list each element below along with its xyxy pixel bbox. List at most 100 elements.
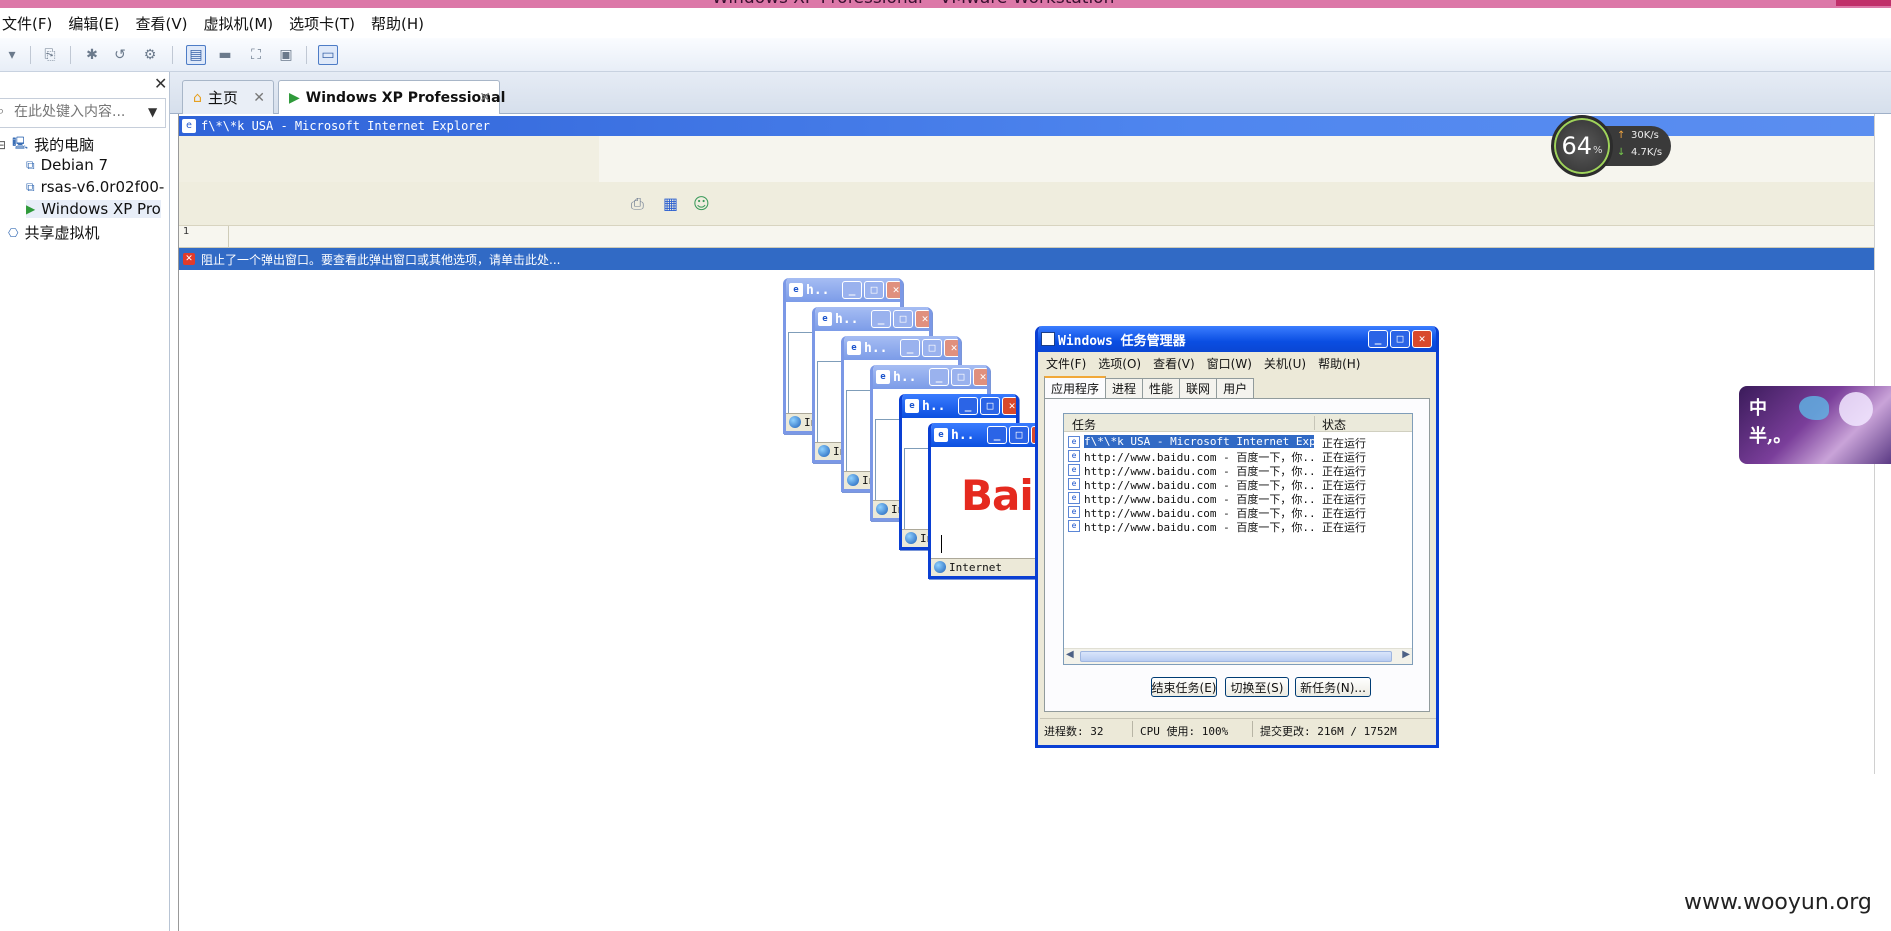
popup-titlebar[interactable]: eh.. _□✕ xyxy=(931,423,1045,447)
task-manager-icon xyxy=(1041,332,1055,346)
search-input[interactable] xyxy=(14,99,144,125)
fullscreen-icon[interactable]: ⛶ xyxy=(246,45,266,65)
minimize-icon[interactable]: _ xyxy=(900,339,920,357)
floating-decoration[interactable]: 中 半,。 xyxy=(1739,386,1891,464)
column-task[interactable]: 任务 xyxy=(1072,416,1096,433)
tree-item-my-computer[interactable]: ⊟ 🖳 我的电脑 xyxy=(0,134,94,155)
ie-address-cell[interactable]: 1 xyxy=(179,226,229,248)
tm-menu-file[interactable]: 文件(F) xyxy=(1040,355,1092,372)
globe-icon xyxy=(789,416,801,428)
tree-item-rsas[interactable]: ⧉ rsas-v6.0r02f00- xyxy=(26,178,164,196)
show-library-icon[interactable]: ▤ xyxy=(186,45,206,65)
menu-tabs[interactable]: 选项卡(T) xyxy=(281,13,363,34)
send-keys-icon[interactable]: ⎘ xyxy=(40,45,60,65)
close-icon[interactable]: ✕ xyxy=(973,368,987,386)
tab-processes[interactable]: 进程 xyxy=(1105,378,1144,398)
ie-print-icon[interactable]: ⎙ xyxy=(631,194,644,214)
ie-popup-window-front[interactable]: eh.. _□✕ Bai Internet xyxy=(928,423,1048,579)
popup-titlebar[interactable]: eh.. _□✕ xyxy=(902,394,1016,418)
menu-help[interactable]: 帮助(H) xyxy=(363,13,432,34)
task-manager-window[interactable]: Windows 任务管理器 _ □ ✕ 文件(F) 选项(O) 查看(V) 窗口… xyxy=(1035,326,1439,748)
vm-running-icon: ▶ xyxy=(289,89,300,106)
close-icon[interactable]: ✕ xyxy=(253,90,265,106)
ie-edit-icon[interactable]: ▦ xyxy=(663,194,678,213)
vm-console[interactable]: e f\*\*k USA - Microsoft Internet Explor… xyxy=(178,114,1875,931)
tm-menu-window[interactable]: 窗口(W) xyxy=(1201,355,1258,372)
console-view-icon[interactable]: ▭ xyxy=(318,45,338,65)
scroll-left-icon[interactable]: ◀ xyxy=(1066,649,1074,660)
end-task-button[interactable]: 结束任务(E) xyxy=(1151,677,1217,697)
column-status[interactable]: 状态 xyxy=(1322,416,1346,433)
menu-vm[interactable]: 虚拟机(M) xyxy=(196,13,282,34)
tab-applications[interactable]: 应用程序 xyxy=(1044,376,1107,398)
menu-file[interactable]: 文件(F) xyxy=(0,13,60,34)
network-speed-widget[interactable]: ↑ 30K/s ↓ 4.7K/s 64 % xyxy=(1551,115,1671,177)
tree-item-debian[interactable]: ⧉ Debian 7 xyxy=(26,156,108,174)
snapshot-revert-icon[interactable]: ↺ xyxy=(110,45,130,65)
minimize-icon[interactable]: _ xyxy=(842,281,862,299)
tm-menu-shutdown[interactable]: 关机(U) xyxy=(1258,355,1312,372)
tree-item-windows-xp[interactable]: ▶ Windows XP Pro xyxy=(26,200,161,218)
close-icon[interactable]: ✕ xyxy=(886,281,900,299)
task-list[interactable]: 任务 状态 e f\*\*k USA - Microsoft Internet … xyxy=(1063,413,1413,665)
maximize-icon[interactable]: □ xyxy=(951,368,971,386)
switch-to-button[interactable]: 切换至(S) xyxy=(1225,677,1289,697)
close-icon[interactable]: ✕ xyxy=(1002,397,1016,415)
popup-titlebar[interactable]: eh.. _□✕ xyxy=(873,365,987,389)
scroll-right-icon[interactable]: ▶ xyxy=(1402,649,1410,660)
close-icon[interactable]: ✕ xyxy=(479,90,491,106)
tab-home[interactable]: ⌂ 主页 ✕ xyxy=(182,80,274,114)
minimize-icon[interactable]: _ xyxy=(871,310,891,328)
menu-edit[interactable]: 编辑(E) xyxy=(60,13,127,34)
maximize-icon[interactable]: □ xyxy=(980,397,1000,415)
close-icon[interactable]: ✕ xyxy=(944,339,958,357)
maximize-icon[interactable]: □ xyxy=(922,339,942,357)
close-icon[interactable]: ✕ xyxy=(154,74,167,93)
task-manager-titlebar[interactable]: Windows 任务管理器 _ □ ✕ xyxy=(1038,326,1436,352)
minimize-icon[interactable]: _ xyxy=(987,426,1007,444)
menubar: 文件(F) 编辑(E) 查看(V) 虚拟机(M) 选项卡(T) 帮助(H) xyxy=(0,8,1891,38)
tree-item-shared-vms[interactable]: ⎔ 共享虚拟机 xyxy=(8,222,100,243)
maximize-icon[interactable]: □ xyxy=(1390,330,1410,348)
tab-users[interactable]: 用户 xyxy=(1216,378,1255,398)
tm-menu-options[interactable]: 选项(O) xyxy=(1092,355,1147,372)
menu-view[interactable]: 查看(V) xyxy=(128,13,196,34)
power-dropdown-icon[interactable]: ▾ xyxy=(2,45,22,65)
thumbnail-bar-icon[interactable]: ▬ xyxy=(215,45,235,65)
ie-addressbar: 1 xyxy=(179,226,1875,248)
close-icon[interactable]: ✕ xyxy=(1412,330,1432,348)
collapse-icon[interactable]: ⊟ xyxy=(0,138,6,152)
minimize-icon[interactable]: _ xyxy=(1368,330,1388,348)
decoration-text-1: 中 xyxy=(1749,398,1767,419)
maximize-icon[interactable]: □ xyxy=(864,281,884,299)
tab-windows-xp[interactable]: ▶ Windows XP Professional ✕ xyxy=(278,80,505,114)
column-divider[interactable] xyxy=(1314,416,1315,430)
popup-titlebar[interactable]: eh.. _□✕ xyxy=(844,336,958,360)
task-row[interactable]: e http://www.baidu.com - 百度一下，你... 正在运行 xyxy=(1064,518,1412,535)
maximize-icon[interactable]: □ xyxy=(893,310,913,328)
popup-titlebar[interactable]: eh.. _□✕ xyxy=(815,307,929,331)
status-divider xyxy=(1252,721,1253,737)
memory-usage-gauge[interactable]: 64 % xyxy=(1551,115,1613,177)
unity-icon[interactable]: ▣ xyxy=(276,45,296,65)
upload-speed: 30K/s xyxy=(1631,130,1659,141)
minimize-icon[interactable]: _ xyxy=(958,397,978,415)
tab-performance[interactable]: 性能 xyxy=(1142,378,1181,398)
minimize-icon[interactable]: _ xyxy=(929,368,949,386)
ie-messenger-icon[interactable]: ☺ xyxy=(693,194,710,213)
snapshot-take-icon[interactable]: ✱ xyxy=(82,45,102,65)
snapshot-manager-icon[interactable]: ⚙ xyxy=(140,45,160,65)
popup-blocked-text: 阻止了一个弹出窗口。要查看此弹出窗口或其他选项，请单击此处... xyxy=(201,252,561,267)
tab-networking[interactable]: 联网 xyxy=(1179,378,1218,398)
tm-menu-help[interactable]: 帮助(H) xyxy=(1312,355,1366,372)
scroll-thumb[interactable] xyxy=(1080,651,1392,662)
window-close-strip[interactable] xyxy=(1836,0,1891,6)
new-task-button[interactable]: 新任务(N)... xyxy=(1295,677,1371,697)
tm-menu-view[interactable]: 查看(V) xyxy=(1147,355,1201,372)
chevron-down-icon[interactable]: ▼ xyxy=(148,105,157,119)
task-list-hscroll[interactable]: ◀ ▶ xyxy=(1064,648,1412,664)
popup-titlebar[interactable]: eh.. _□✕ xyxy=(786,278,900,302)
close-icon[interactable]: ✕ xyxy=(915,310,929,328)
popup-blocked-bar[interactable]: ✕ 阻止了一个弹出窗口。要查看此弹出窗口或其他选项，请单击此处... xyxy=(179,248,1875,270)
maximize-icon[interactable]: □ xyxy=(1009,426,1029,444)
